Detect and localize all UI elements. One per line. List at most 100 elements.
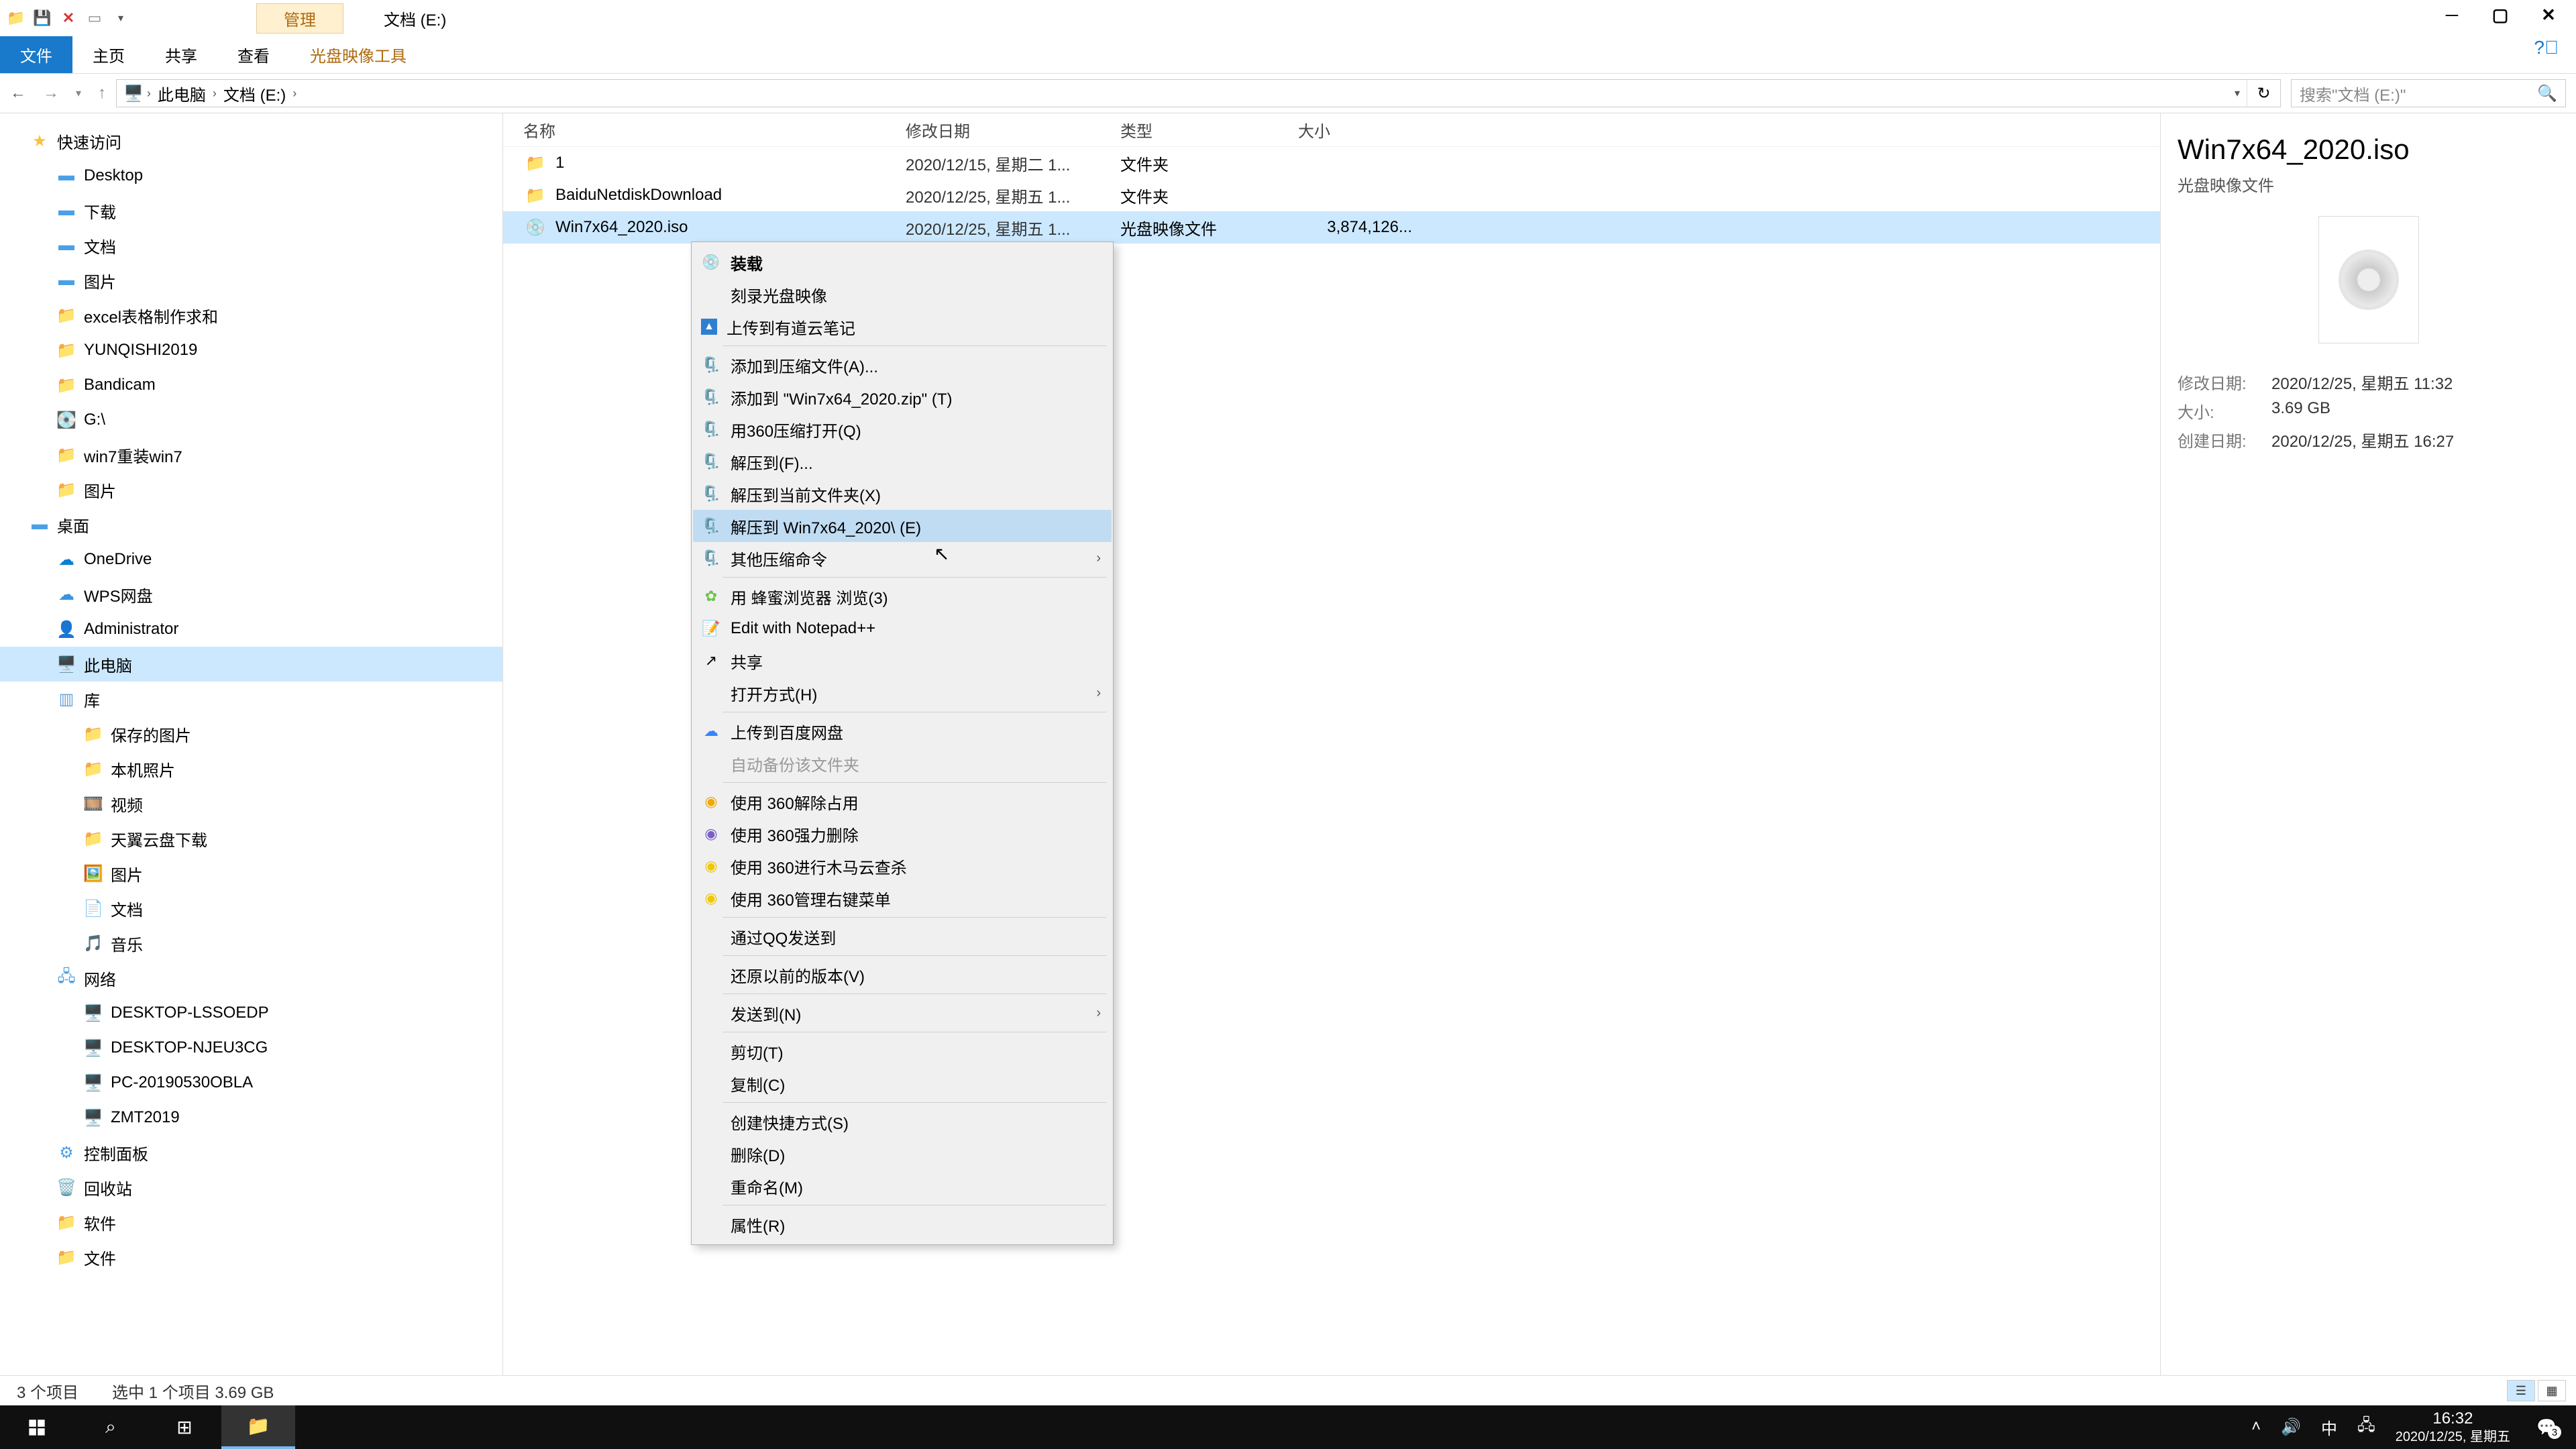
cm-delete[interactable]: 删除(D) bbox=[693, 1138, 1112, 1170]
cm-youdao[interactable]: ▲上传到有道云笔记 bbox=[693, 311, 1112, 343]
cm-rename[interactable]: 重命名(M) bbox=[693, 1170, 1112, 1202]
tree-documents[interactable]: ▬文档 bbox=[0, 228, 502, 263]
cm-360-unlock[interactable]: ◉使用 360解除占用 bbox=[693, 786, 1112, 818]
tree-local-photos[interactable]: 📁本机照片 bbox=[0, 751, 502, 786]
refresh-icon[interactable]: ↻ bbox=[2257, 84, 2270, 103]
tree-videos[interactable]: 🎞️视频 bbox=[0, 786, 502, 821]
file-row[interactable]: 📁 BaiduNetdiskDownload 2020/12/25, 星期五 1… bbox=[503, 179, 2160, 211]
qa-save-icon[interactable]: 💾 bbox=[34, 10, 50, 26]
cm-open-with[interactable]: 打开方式(H)› bbox=[693, 677, 1112, 709]
cm-open-360[interactable]: 🗜️用360压缩打开(Q) bbox=[693, 413, 1112, 445]
nav-history-dropdown[interactable]: ▾ bbox=[76, 87, 81, 100]
tree-documents2[interactable]: 📄文档 bbox=[0, 891, 502, 926]
qa-props-icon[interactable]: ▭ bbox=[87, 10, 103, 26]
ribbon-file[interactable]: 文件 bbox=[0, 36, 72, 73]
tree-software[interactable]: 📁软件 bbox=[0, 1205, 502, 1240]
tree-onedrive[interactable]: ☁OneDrive bbox=[0, 542, 502, 577]
cm-burn[interactable]: 刻录光盘映像 bbox=[693, 278, 1112, 311]
help-icon[interactable]: ?⃝ bbox=[2534, 37, 2559, 58]
nav-forward[interactable]: → bbox=[43, 84, 59, 103]
network-icon[interactable]: 🖧 bbox=[2357, 1413, 2375, 1441]
ribbon-view[interactable]: 查看 bbox=[217, 36, 290, 73]
chevron-icon[interactable]: › bbox=[213, 87, 217, 101]
tree-pc3[interactable]: 🖥️PC-20190530OBLA bbox=[0, 1065, 502, 1100]
tree-drive-g[interactable]: 💽G:\ bbox=[0, 402, 502, 437]
cm-shortcut[interactable]: 创建快捷方式(S) bbox=[693, 1106, 1112, 1138]
ribbon-image-tools[interactable]: 光盘映像工具 bbox=[290, 36, 427, 73]
tree-pc4[interactable]: 🖥️ZMT2019 bbox=[0, 1100, 502, 1135]
explorer-taskbar-button[interactable]: 📁 bbox=[221, 1405, 295, 1449]
cm-360-trojan[interactable]: ◉使用 360进行木马云查杀 bbox=[693, 850, 1112, 882]
file-row-selected[interactable]: 💿 Win7x64_2020.iso 2020/12/25, 星期五 1... … bbox=[503, 211, 2160, 244]
tree-network[interactable]: 🖧网络 bbox=[0, 961, 502, 996]
tree-recycle[interactable]: 🗑️回收站 bbox=[0, 1170, 502, 1205]
tree-libraries[interactable]: ▥库 bbox=[0, 682, 502, 716]
cm-add-zip[interactable]: 🗜️添加到 "Win7x64_2020.zip" (T) bbox=[693, 381, 1112, 413]
cm-copy[interactable]: 复制(C) bbox=[693, 1067, 1112, 1099]
qa-close-icon[interactable]: ✕ bbox=[60, 10, 76, 26]
address-path[interactable]: 🖥️ › 此电脑 › 文档 (E:) › ▾ ↻ bbox=[116, 79, 2281, 107]
ime-indicator[interactable]: 中 bbox=[2321, 1415, 2337, 1439]
cm-qq-send[interactable]: 通过QQ发送到 bbox=[693, 920, 1112, 953]
cm-add-archive[interactable]: 🗜️添加到压缩文件(A)... bbox=[693, 349, 1112, 381]
maximize-button[interactable]: ▢ bbox=[2476, 0, 2524, 30]
column-headers[interactable]: 名称 修改日期 类型 大小 bbox=[503, 113, 2160, 147]
tree-wps[interactable]: ☁WPS网盘 bbox=[0, 577, 502, 612]
tree-yunqishi[interactable]: 📁YUNQISHI2019 bbox=[0, 333, 502, 368]
cm-restore[interactable]: 还原以前的版本(V) bbox=[693, 959, 1112, 991]
notification-button[interactable]: 💬3 bbox=[2530, 1413, 2563, 1440]
tree-desktop-group[interactable]: ▬桌面 bbox=[0, 507, 502, 542]
cm-extract-here[interactable]: 🗜️解压到当前文件夹(X) bbox=[693, 478, 1112, 510]
tree-desktop[interactable]: ▬Desktop bbox=[0, 158, 502, 193]
cm-extract-to[interactable]: 🗜️解压到(F)... bbox=[693, 445, 1112, 478]
tree-control-panel[interactable]: ⚙控制面板 bbox=[0, 1135, 502, 1170]
col-size[interactable]: 大小 bbox=[1298, 118, 1432, 142]
close-button[interactable]: ✕ bbox=[2524, 0, 2573, 30]
tree-excel[interactable]: 📁excel表格制作求和 bbox=[0, 298, 502, 333]
tree-win7reinstall[interactable]: 📁win7重装win7 bbox=[0, 437, 502, 472]
cm-360-force-delete[interactable]: ◉使用 360强力删除 bbox=[693, 818, 1112, 850]
file-row[interactable]: 📁 1 2020/12/15, 星期二 1... 文件夹 bbox=[503, 147, 2160, 179]
breadcrumb-drive[interactable]: 文档 (E:) bbox=[220, 82, 289, 105]
tree-downloads[interactable]: ▬下载 bbox=[0, 193, 502, 228]
cm-properties[interactable]: 属性(R) bbox=[693, 1208, 1112, 1240]
start-button[interactable] bbox=[0, 1405, 74, 1449]
cm-cut[interactable]: 剪切(T) bbox=[693, 1035, 1112, 1067]
search-button[interactable]: ⌕ bbox=[74, 1405, 148, 1449]
search-icon[interactable]: 🔍 bbox=[2537, 84, 2557, 103]
taskbar[interactable]: ⌕ ⊞ 📁 ˄ 🔊 中 🖧 16:32 2020/12/25, 星期五 💬3 bbox=[0, 1405, 2576, 1449]
cm-extract-named[interactable]: 🗜️解压到 Win7x64_2020\ (E) bbox=[693, 510, 1112, 542]
tree-pictures3[interactable]: 🖼️图片 bbox=[0, 856, 502, 891]
tree-pc2[interactable]: 🖥️DESKTOP-NJEU3CG bbox=[0, 1030, 502, 1065]
view-icons-button[interactable]: ▦ bbox=[2538, 1380, 2566, 1401]
chevron-icon[interactable]: › bbox=[292, 87, 297, 101]
qa-dropdown-icon[interactable]: ▾ bbox=[113, 10, 129, 26]
breadcrumb-thispc[interactable]: 此电脑 bbox=[154, 82, 209, 105]
tree-pc1[interactable]: 🖥️DESKTOP-LSSOEDP bbox=[0, 996, 502, 1030]
address-dropdown-icon[interactable]: ▾ bbox=[2235, 87, 2240, 100]
col-name[interactable]: 名称 bbox=[523, 118, 906, 142]
search-input[interactable]: 搜索"文档 (E:)" 🔍 bbox=[2291, 79, 2566, 107]
navigation-tree[interactable]: ★快速访问 ▬Desktop ▬下载 ▬文档 ▬图片 📁excel表格制作求和 … bbox=[0, 113, 503, 1375]
ribbon-share[interactable]: 共享 bbox=[145, 36, 217, 73]
cm-notepad[interactable]: 📝Edit with Notepad++ bbox=[693, 612, 1112, 645]
tree-pictures[interactable]: ▬图片 bbox=[0, 263, 502, 298]
tree-bandicam[interactable]: 📁Bandicam bbox=[0, 368, 502, 402]
nav-back[interactable]: ← bbox=[10, 84, 26, 103]
minimize-button[interactable]: ─ bbox=[2428, 0, 2476, 30]
nav-up[interactable]: ↑ bbox=[98, 84, 106, 103]
tree-music[interactable]: 🎵音乐 bbox=[0, 926, 502, 961]
cm-bee-browser[interactable]: ✿用 蜂蜜浏览器 浏览(3) bbox=[693, 580, 1112, 612]
tree-pictures2[interactable]: 📁图片 bbox=[0, 472, 502, 507]
task-view-button[interactable]: ⊞ bbox=[148, 1405, 221, 1449]
tree-this-pc[interactable]: 🖥️此电脑 bbox=[0, 647, 502, 682]
view-details-button[interactable]: ☰ bbox=[2507, 1380, 2535, 1401]
tree-saved-pictures[interactable]: 📁保存的图片 bbox=[0, 716, 502, 751]
col-type[interactable]: 类型 bbox=[1120, 118, 1298, 142]
cm-baidu-upload[interactable]: ☁上传到百度网盘 bbox=[693, 715, 1112, 747]
tree-files[interactable]: 📁文件 bbox=[0, 1240, 502, 1275]
volume-icon[interactable]: 🔊 bbox=[2281, 1417, 2301, 1437]
tray-expand-icon[interactable]: ˄ bbox=[2251, 1417, 2261, 1436]
cm-360-manage[interactable]: ◉使用 360管理右键菜单 bbox=[693, 882, 1112, 914]
clock[interactable]: 16:32 2020/12/25, 星期五 bbox=[2396, 1409, 2510, 1445]
